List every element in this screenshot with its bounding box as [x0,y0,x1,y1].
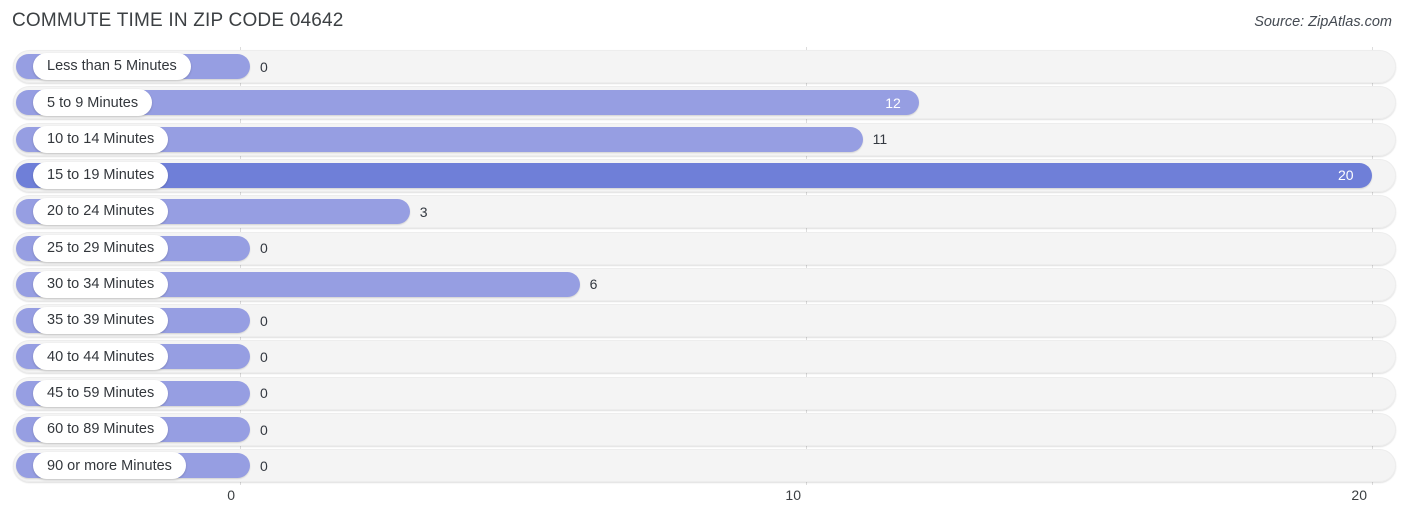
x-axis-tick-0: 0 [227,487,235,503]
category-label-pill: 20 to 24 Minutes [33,198,169,226]
category-label: 15 to 19 Minutes [47,167,155,184]
table-row: Less than 5 Minutes 0 [0,50,1406,83]
category-label: 30 to 34 Minutes [47,276,155,293]
category-label: 45 to 59 Minutes [47,384,155,401]
category-label: 25 to 29 Minutes [47,239,155,256]
bar [16,162,1372,188]
bar-value-label: 0 [260,312,268,329]
table-row: 60 to 89 Minutes 0 [0,413,1406,446]
category-label-pill: 30 to 34 Minutes [33,270,169,298]
bar-value-label: 0 [260,58,268,75]
table-row: 40 to 44 Minutes 0 [0,340,1406,374]
category-label-pill: 5 to 9 Minutes [33,89,153,117]
category-label-pill: Less than 5 Minutes [33,53,191,80]
source-attribution: Source: ZipAtlas.com [1254,14,1392,30]
category-label-pill: 25 to 29 Minutes [33,234,169,262]
category-label: Less than 5 Minutes [47,58,177,75]
category-label: 90 or more Minutes [47,457,172,474]
category-label-pill: 60 to 89 Minutes [33,416,169,443]
table-row: 25 to 29 Minutes 0 [0,231,1406,265]
category-label-pill: 90 or more Minutes [33,452,186,480]
x-axis-tick-20: 20 [1351,487,1367,503]
category-label: 10 to 14 Minutes [47,130,155,147]
bar-value-label: 0 [260,385,268,402]
category-label: 5 to 9 Minutes [47,94,139,111]
bar-value-label: 3 [419,203,428,220]
bar-value-label: 0 [260,348,268,365]
table-row: 30 to 34 Minutes 6 [0,267,1406,301]
bar-value-label: 12 [885,94,901,111]
table-row: 20 to 24 Minutes 3 [0,195,1406,229]
category-label: 60 to 89 Minutes [47,421,155,438]
category-label: 20 to 24 Minutes [47,203,155,220]
table-row: 15 to 19 Minutes 20 [0,158,1406,192]
x-axis-tick-10: 10 [785,487,801,503]
bar-value-label: 6 [589,276,598,293]
category-label-pill: 15 to 19 Minutes [33,161,169,189]
bar-value-label: 0 [260,240,268,256]
bar-value-label: 11 [872,131,888,148]
x-axis: 0 10 20 [0,485,1406,523]
table-row: 10 to 14 Minutes 11 [0,122,1406,156]
bar-value-label: 20 [1338,167,1354,184]
table-row: 5 to 9 Minutes 12 [0,86,1406,120]
category-label-pill: 10 to 14 Minutes [33,125,169,153]
table-row: 90 or more Minutes 0 [0,449,1406,483]
commute-time-bar-chart: COMMUTE TIME IN ZIP CODE 04642 Source: Z… [0,0,1406,523]
table-row: 45 to 59 Minutes 0 [0,376,1406,410]
bar-value-label: 0 [260,457,268,474]
category-label: 40 to 44 Minutes [47,348,155,365]
category-label-pill: 45 to 59 Minutes [33,379,169,407]
category-label: 35 to 39 Minutes [47,312,155,329]
table-row: 35 to 39 Minutes 0 [0,304,1406,338]
chart-header: COMMUTE TIME IN ZIP CODE 04642 Source: Z… [0,0,1406,45]
category-label-pill: 35 to 39 Minutes [33,307,169,335]
bar-rows: Less than 5 Minutes 0 5 to 9 Minutes 12 10 t… [0,45,1406,485]
plot-area: Less than 5 Minutes 0 5 to 9 Minutes 12 10 t… [0,45,1406,485]
page-title: COMMUTE TIME IN ZIP CODE 04642 [12,10,344,31]
category-label-pill: 40 to 44 Minutes [33,343,169,371]
bar-value-label: 0 [260,421,268,438]
